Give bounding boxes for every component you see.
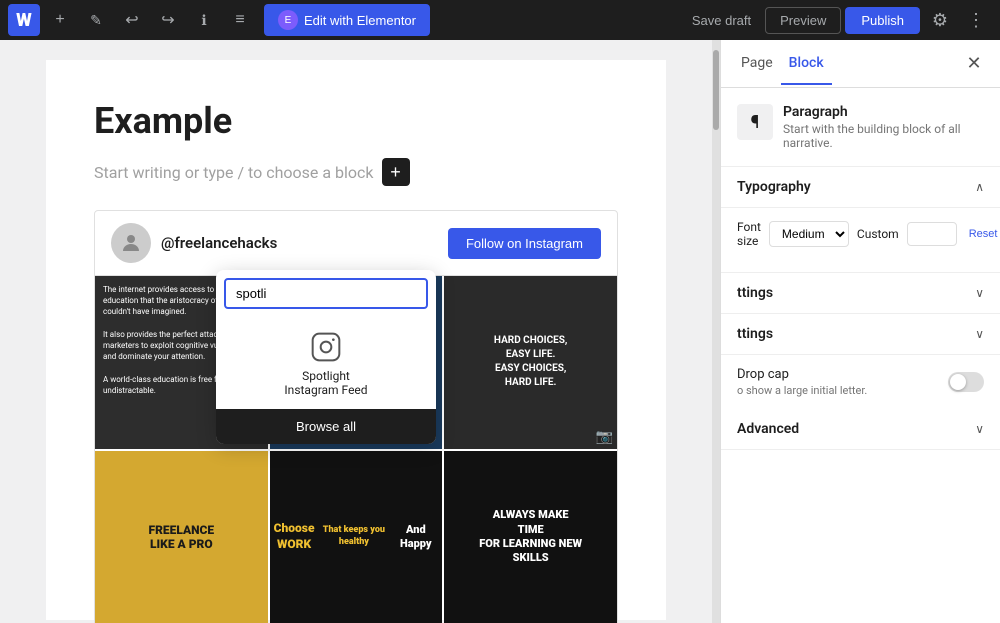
freelance-image: FREELANCELIKE A PRO bbox=[95, 451, 268, 623]
drop-cap-toggle[interactable] bbox=[948, 372, 984, 392]
tab-page[interactable]: Page bbox=[733, 43, 781, 85]
add-icon: + bbox=[55, 11, 64, 29]
advanced-chevron-icon: ∨ bbox=[975, 422, 984, 436]
instagram-plugin-icon bbox=[308, 329, 344, 365]
page-title[interactable]: Example bbox=[94, 100, 618, 142]
redo-icon: ↪ bbox=[161, 10, 174, 30]
font-size-select[interactable]: Medium Small Large bbox=[769, 221, 849, 247]
drop-cap-text: Drop cap o show a large initial letter. bbox=[737, 367, 867, 397]
block-search-input[interactable] bbox=[224, 278, 428, 309]
main-layout: Example Start writing or type / to choos… bbox=[0, 40, 1000, 623]
block-name-label: Paragraph bbox=[783, 104, 984, 120]
choose-work-image: ChooseWORK That keeps you healthy And Ha… bbox=[270, 451, 443, 623]
profile-name: @freelancehacks bbox=[161, 234, 277, 252]
placeholder-text: Start writing or type / to choose a bloc… bbox=[94, 163, 374, 182]
main-toolbar: W + ✎ ↩ ↪ ℹ ≡ E Edit with Elementor Save… bbox=[0, 0, 1000, 40]
block-desc-label: Start with the building block of all nar… bbox=[783, 122, 984, 150]
grid-item[interactable]: ChooseWORK That keeps you healthy And Ha… bbox=[270, 451, 443, 623]
block-info-text: Paragraph Start with the building block … bbox=[783, 104, 984, 150]
instagram-icon bbox=[310, 331, 342, 363]
drop-cap-desc: o show a large initial letter. bbox=[737, 384, 867, 397]
settings-2-chevron-icon: ∨ bbox=[975, 327, 984, 341]
instagram-header: @freelancehacks Follow on Instagram bbox=[95, 211, 617, 276]
editor-content: Example Start writing or type / to choos… bbox=[46, 60, 666, 620]
settings-1-label: ttings bbox=[737, 285, 773, 301]
wp-logo[interactable]: W bbox=[8, 4, 40, 36]
panel-tabs: Page Block ✕ bbox=[721, 40, 1000, 88]
popup-result-label: SpotlightInstagram Feed bbox=[284, 369, 367, 397]
panel-close-button[interactable]: ✕ bbox=[960, 50, 988, 78]
settings-button[interactable]: ⚙ bbox=[924, 4, 956, 36]
browse-all-button[interactable]: Browse all bbox=[216, 409, 436, 444]
typography-label: Typography bbox=[737, 179, 811, 195]
typography-content: Font size Medium Small Large Custom Rese… bbox=[721, 208, 1000, 273]
paragraph-icon: ¶ bbox=[737, 104, 773, 140]
avatar bbox=[111, 223, 151, 263]
tab-block[interactable]: Block bbox=[781, 43, 832, 85]
gear-icon: ⚙ bbox=[932, 10, 948, 31]
more-options-button[interactable]: ⋮ bbox=[960, 4, 992, 36]
redo-button[interactable]: ↪ bbox=[152, 4, 184, 36]
settings-section-2-header[interactable]: ttings ∨ bbox=[721, 314, 1000, 355]
undo-button[interactable]: ↩ bbox=[116, 4, 148, 36]
font-size-label: Font size bbox=[737, 220, 761, 248]
right-panel: Page Block ✕ ¶ Paragraph Start with the … bbox=[720, 40, 1000, 623]
always-make-image: ALWAYS MAKETIMEFOR LEARNING NEWSKILLS bbox=[444, 451, 617, 623]
settings-2-label: ttings bbox=[737, 326, 773, 342]
grid-item[interactable]: ALWAYS MAKETIMEFOR LEARNING NEWSKILLS bbox=[444, 451, 617, 623]
follow-instagram-button[interactable]: Follow on Instagram bbox=[448, 228, 601, 259]
block-placeholder: Start writing or type / to choose a bloc… bbox=[94, 158, 618, 186]
settings-section-1-header[interactable]: ttings ∨ bbox=[721, 273, 1000, 314]
font-size-row: Font size Medium Small Large Custom Rese… bbox=[737, 220, 984, 248]
popup-search-container bbox=[216, 270, 436, 317]
editor-scroll-area[interactable]: Example Start writing or type / to choos… bbox=[0, 40, 712, 623]
editor-scrollbar[interactable] bbox=[712, 40, 720, 623]
advanced-label: Advanced bbox=[737, 421, 799, 437]
add-block-toolbar-button[interactable]: + bbox=[44, 4, 76, 36]
block-info: ¶ Paragraph Start with the building bloc… bbox=[721, 88, 1000, 167]
popup-result-item[interactable]: SpotlightInstagram Feed bbox=[216, 317, 436, 409]
drop-cap-row: Drop cap o show a large initial letter. bbox=[721, 355, 1000, 409]
list-icon: ≡ bbox=[235, 11, 244, 29]
instagram-profile: @freelancehacks bbox=[111, 223, 277, 263]
editor-wrapper: Example Start writing or type / to choos… bbox=[0, 40, 720, 623]
publish-button[interactable]: Publish bbox=[845, 7, 920, 34]
typography-chevron-icon: ∧ bbox=[975, 180, 984, 194]
typography-section-header[interactable]: Typography ∧ bbox=[721, 167, 1000, 208]
edit-toolbar-button[interactable]: ✎ bbox=[80, 4, 112, 36]
toggle-knob bbox=[950, 374, 966, 390]
edit-with-elementor-button[interactable]: E Edit with Elementor bbox=[264, 4, 430, 36]
info-icon: ℹ bbox=[201, 12, 206, 29]
custom-label: Custom bbox=[857, 227, 899, 241]
scrollbar-thumb bbox=[713, 50, 719, 130]
undo-icon: ↩ bbox=[125, 10, 138, 30]
pencil-icon: ✎ bbox=[90, 12, 102, 29]
info-button[interactable]: ℹ bbox=[188, 4, 220, 36]
advanced-section-header[interactable]: Advanced ∨ bbox=[721, 409, 1000, 450]
list-view-button[interactable]: ≡ bbox=[224, 4, 256, 36]
grid-item[interactable]: FREELANCELIKE A PRO bbox=[95, 451, 268, 623]
choices-image: HARD CHOICES,EASY LIFE.EASY CHOICES,HARD… bbox=[444, 276, 617, 449]
drop-cap-label: Drop cap bbox=[737, 367, 867, 382]
grid-item[interactable]: HARD CHOICES,EASY LIFE.EASY CHOICES,HARD… bbox=[444, 276, 617, 449]
block-search-popup: ✕ SpotlightInstagram Feed Browse all bbox=[216, 270, 436, 444]
add-block-inline-button[interactable]: + bbox=[382, 158, 410, 186]
save-draft-button[interactable]: Save draft bbox=[682, 7, 761, 34]
reset-button[interactable]: Reset bbox=[965, 226, 1000, 242]
settings-1-chevron-icon: ∨ bbox=[975, 286, 984, 300]
elementor-avatar: E bbox=[278, 10, 298, 30]
preview-button[interactable]: Preview bbox=[765, 7, 841, 34]
custom-font-size-input[interactable] bbox=[907, 222, 957, 246]
ellipsis-icon: ⋮ bbox=[967, 10, 985, 31]
edit-elementor-label: Edit with Elementor bbox=[304, 13, 416, 28]
person-icon bbox=[119, 231, 143, 255]
camera-icon: 📷 bbox=[596, 429, 613, 445]
